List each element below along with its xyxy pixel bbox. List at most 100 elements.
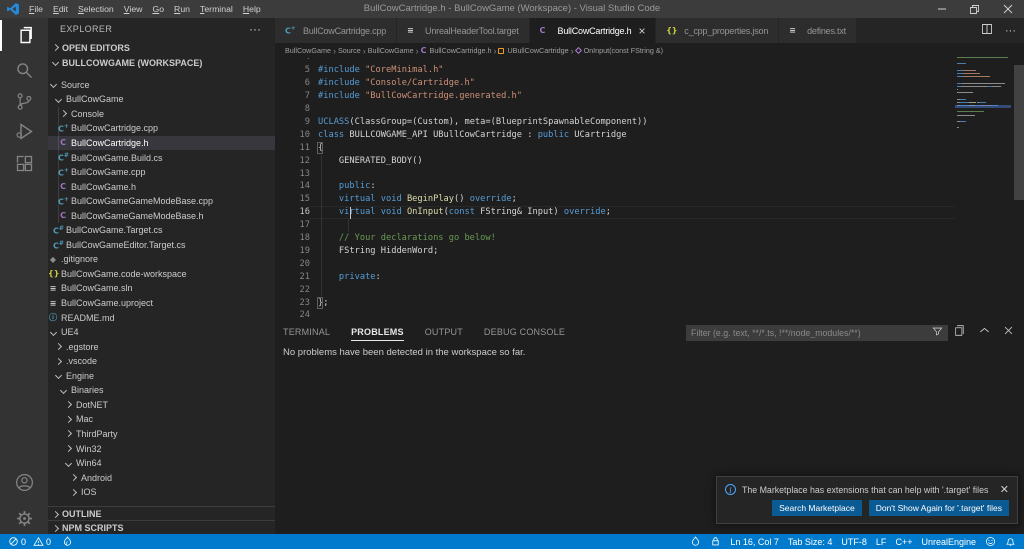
menu-help[interactable]: Help	[238, 0, 266, 18]
tree-item-Win64[interactable]: Win64	[48, 456, 275, 471]
status-eol[interactable]: LF	[876, 537, 887, 547]
tree-item-BullCowGame.cpp[interactable]: C+BullCowGame.cpp	[48, 165, 275, 180]
problems-filter[interactable]	[686, 325, 948, 341]
menu-terminal[interactable]: Terminal	[195, 0, 238, 18]
tree-item-label: Mac	[76, 414, 93, 424]
split-editor-icon[interactable]	[981, 23, 993, 38]
tree-item-BullCowGame.h[interactable]: CBullCowGame.h	[48, 179, 275, 194]
minimap[interactable]	[955, 57, 1011, 317]
menu-go[interactable]: Go	[147, 0, 169, 18]
tree-item-ThirdParty[interactable]: ThirdParty	[48, 427, 275, 442]
status-language-mode[interactable]: C++	[895, 537, 912, 547]
warnings-status[interactable]: 0	[33, 536, 51, 547]
view-mode-icon[interactable]	[955, 325, 966, 339]
tab-c_cpp_properties.json[interactable]: {}c_cpp_properties.json	[656, 18, 779, 43]
code-editor[interactable]: 45#include "CoreMinimal.h"6#include "Con…	[275, 58, 1024, 322]
tree-item-BullCowGameGameModeBase.h[interactable]: CBullCowGameGameModeBase.h	[48, 208, 275, 223]
window-title: BullCowCartridge.h - BullCowGame (Worksp…	[340, 0, 684, 18]
panel-tab-terminal[interactable]: TERMINAL	[283, 327, 330, 341]
breadcrumb-Source[interactable]: Source	[338, 46, 361, 55]
tree-item-.gitignore[interactable]: ◆.gitignore	[48, 252, 275, 267]
lock-icon[interactable]	[710, 536, 721, 547]
source-control-icon[interactable]	[0, 86, 48, 117]
tab-defines.txt[interactable]: ≡defines.txt	[779, 18, 857, 43]
close-button[interactable]	[991, 0, 1024, 18]
breadcrumb-OnInput(const FString &)[interactable]: OnInput(const FString &)	[576, 46, 664, 55]
unreal-flame-icon[interactable]	[690, 536, 701, 547]
tree-item-BullCowGameGameModeBase.cpp[interactable]: C+BullCowGameGameModeBase.cpp	[48, 194, 275, 209]
code-line-10: class BULLCOWGAME_API UBullCowCartridge …	[318, 129, 627, 142]
search-icon[interactable]	[0, 55, 48, 86]
tree-item-label: BullCowCartridge.h	[71, 138, 149, 148]
menu-edit[interactable]: Edit	[48, 0, 73, 18]
chevron-down-icon	[49, 329, 56, 336]
tree-item-BullCowGame[interactable]: BullCowGame	[48, 92, 275, 107]
panel-tab-debug-console[interactable]: DEBUG CONSOLE	[484, 327, 565, 341]
menu-file[interactable]: File	[24, 0, 48, 18]
panel-tab-output[interactable]: OUTPUT	[425, 327, 463, 341]
maximize-panel-icon[interactable]	[979, 325, 990, 339]
breadcrumb-UBullCowCartridge[interactable]: UBullCowCartridge	[498, 46, 568, 55]
breadcrumb-BullCowGame[interactable]: BullCowGame	[285, 46, 331, 55]
explorer-icon[interactable]	[0, 20, 48, 51]
tree-item-Android[interactable]: Android	[48, 470, 275, 485]
tab-close-icon[interactable]: ×	[638, 26, 645, 36]
extensions-icon[interactable]	[0, 148, 48, 179]
tree-item-.egstore[interactable]: .egstore	[48, 339, 275, 354]
menu-selection[interactable]: Selection	[73, 0, 119, 18]
account-icon[interactable]	[0, 467, 48, 498]
tree-item-BullCowCartridge.cpp[interactable]: C+BullCowCartridge.cpp	[48, 121, 275, 136]
tab-BullCowCartridge.h[interactable]: CBullCowCartridge.h×	[530, 18, 657, 43]
tab-UnrealHeaderTool.target[interactable]: ≡UnrealHeaderTool.target	[397, 18, 529, 43]
tree-item-BullCowGame.sln[interactable]: ≡BullCowGame.sln	[48, 281, 275, 296]
minimize-button[interactable]	[925, 0, 958, 18]
status-encoding[interactable]: UTF-8	[841, 537, 867, 547]
tree-item-BullCowGame.uproject[interactable]: ≡BullCowGame.uproject	[48, 296, 275, 311]
settings-icon[interactable]	[0, 503, 48, 534]
tree-item-Binaries[interactable]: Binaries	[48, 383, 275, 398]
tree-item-UE4[interactable]: UE4	[48, 325, 275, 340]
section-outline[interactable]: OUTLINE	[48, 506, 275, 521]
tree-item-Engine[interactable]: Engine	[48, 369, 275, 384]
tree-item-BullCowGameEditor.Target.cs[interactable]: C#BullCowGameEditor.Target.cs	[48, 238, 275, 253]
tree-item-README.md[interactable]: ⓘREADME.md	[48, 310, 275, 325]
dont-show-again-button[interactable]: Don't Show Again for '.target' files	[869, 500, 1009, 516]
section-npm-scripts[interactable]: NPM SCRIPTS	[48, 520, 275, 534]
editor-scrollbar[interactable]	[1014, 65, 1024, 200]
run-debug-icon[interactable]	[0, 116, 48, 147]
breadcrumb-BullCowGame[interactable]: BullCowGame	[368, 46, 414, 55]
tree-item-BullCowGame.Target.cs[interactable]: C#BullCowGame.Target.cs	[48, 223, 275, 238]
more-actions-icon[interactable]: ···	[1005, 25, 1016, 37]
tab-label: UnrealHeaderTool.target	[425, 26, 518, 36]
menu-run[interactable]: Run	[169, 0, 195, 18]
tree-item-BullCowCartridge.h[interactable]: CBullCowCartridge.h	[48, 136, 275, 151]
breadcrumb-separator: ›	[571, 46, 574, 56]
status-cursor-position[interactable]: Ln 16, Col 7	[730, 537, 779, 547]
feedback-icon[interactable]	[985, 536, 996, 547]
tree-item-Console[interactable]: Console	[48, 107, 275, 122]
tree-item-Mac[interactable]: Mac	[48, 412, 275, 427]
tree-item-DotNET[interactable]: DotNET	[48, 398, 275, 413]
bell-icon[interactable]	[1005, 536, 1016, 547]
status-tab-size[interactable]: Tab Size: 4	[788, 537, 833, 547]
notification-close-icon[interactable]: ✕	[1000, 483, 1009, 496]
tree-item-IOS[interactable]: IOS	[48, 485, 275, 500]
menu-view[interactable]: View	[119, 0, 148, 18]
status-unreal-engine-status[interactable]: UnrealEngine	[921, 537, 976, 547]
chevron-right-icon	[54, 343, 61, 350]
tab-BullCowCartridge.cpp[interactable]: C+BullCowCartridge.cpp	[275, 18, 397, 43]
tree-item-BullCowGame.code-workspace[interactable]: {}BullCowGame.code-workspace	[48, 267, 275, 282]
tree-item-Win32[interactable]: Win32	[48, 441, 275, 456]
tree-item-Source[interactable]: Source	[48, 78, 275, 93]
search-marketplace-button[interactable]: Search Marketplace	[772, 500, 862, 516]
line-number-5: 5	[275, 64, 310, 77]
tree-item-.vscode[interactable]: .vscode	[48, 354, 275, 369]
close-panel-icon[interactable]	[1003, 325, 1014, 339]
tree-item-BullCowGame.Build.cs[interactable]: C#BullCowGame.Build.cs	[48, 150, 275, 165]
breadcrumb-BullCowCartridge.h[interactable]: CBullCowCartridge.h	[421, 46, 492, 55]
problems-status[interactable]: 0	[8, 536, 26, 547]
unreal-flame-icon[interactable]	[62, 536, 75, 547]
filter-input[interactable]	[686, 328, 932, 338]
panel-tab-problems[interactable]: PROBLEMS	[351, 327, 404, 341]
maximize-button[interactable]	[958, 0, 991, 18]
